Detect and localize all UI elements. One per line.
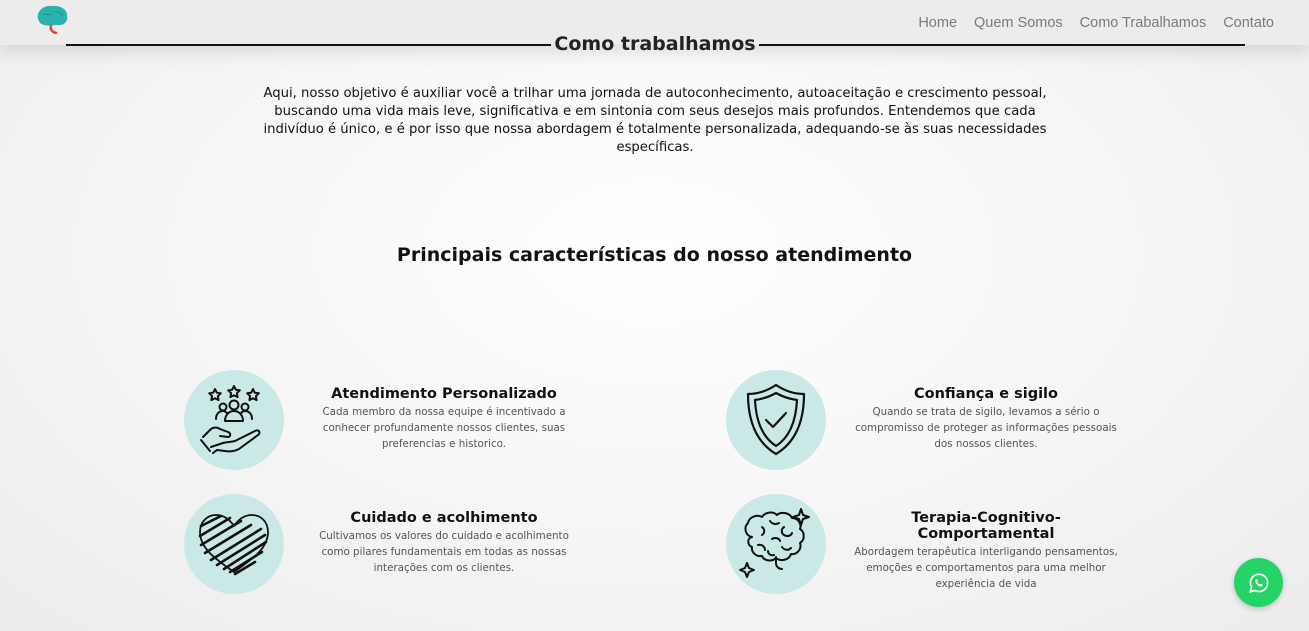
whatsapp-button[interactable] [1234,558,1283,607]
section-title-row: Como trabalhamos [66,32,1245,58]
shield-check-icon [726,370,826,470]
nav-link-home[interactable]: Home [918,15,957,31]
feature-title: Cuidado e acolhimento [350,510,538,526]
title-divider-left [66,44,551,46]
heart-scribble-icon [184,494,284,594]
intro-paragraph: Aqui, nosso objetivo é auxiliar você a t… [263,86,1047,155]
feature-title: Terapia-Cognitivo-Comportamental [911,510,1061,542]
feature-card-cuidado: Cuidado e acolhimento Cultivamos os valo… [304,510,584,576]
feature-card-terapia: Terapia-Cognitivo-Comportamental Abordag… [846,510,1126,592]
whatsapp-icon [1248,572,1268,593]
feature-title: Confiança e sigilo [914,386,1058,402]
feature-description: Cada membro da nossa equipe é incentivad… [322,406,566,450]
feature-card-personalizado: Atendimento Personalizado Cada membro da… [304,386,584,452]
feature-description: Abordagem terapêutica interligando pensa… [854,546,1118,590]
nav-link-como-trabalhamos[interactable]: Como Trabalhamos [1080,15,1207,31]
feature-card-confianca: Confiança e sigilo Quando se trata de si… [846,386,1126,452]
features-heading: Principais características do nosso aten… [396,244,913,266]
nav-link-contato[interactable]: Contato [1223,15,1274,31]
section-title: Como trabalhamos [554,33,756,55]
hand-people-stars-icon [184,370,284,470]
brain-logo-icon[interactable] [35,4,71,35]
feature-description: Quando se trata de sigilo, levamos a sér… [855,406,1117,450]
feature-description: Cultivamos os valores do cuidado e acolh… [319,530,569,574]
brain-sparkles-icon [726,494,826,594]
feature-title: Atendimento Personalizado [331,386,557,402]
nav-link-quem-somos[interactable]: Quem Somos [974,15,1063,31]
title-divider-right [759,44,1245,46]
